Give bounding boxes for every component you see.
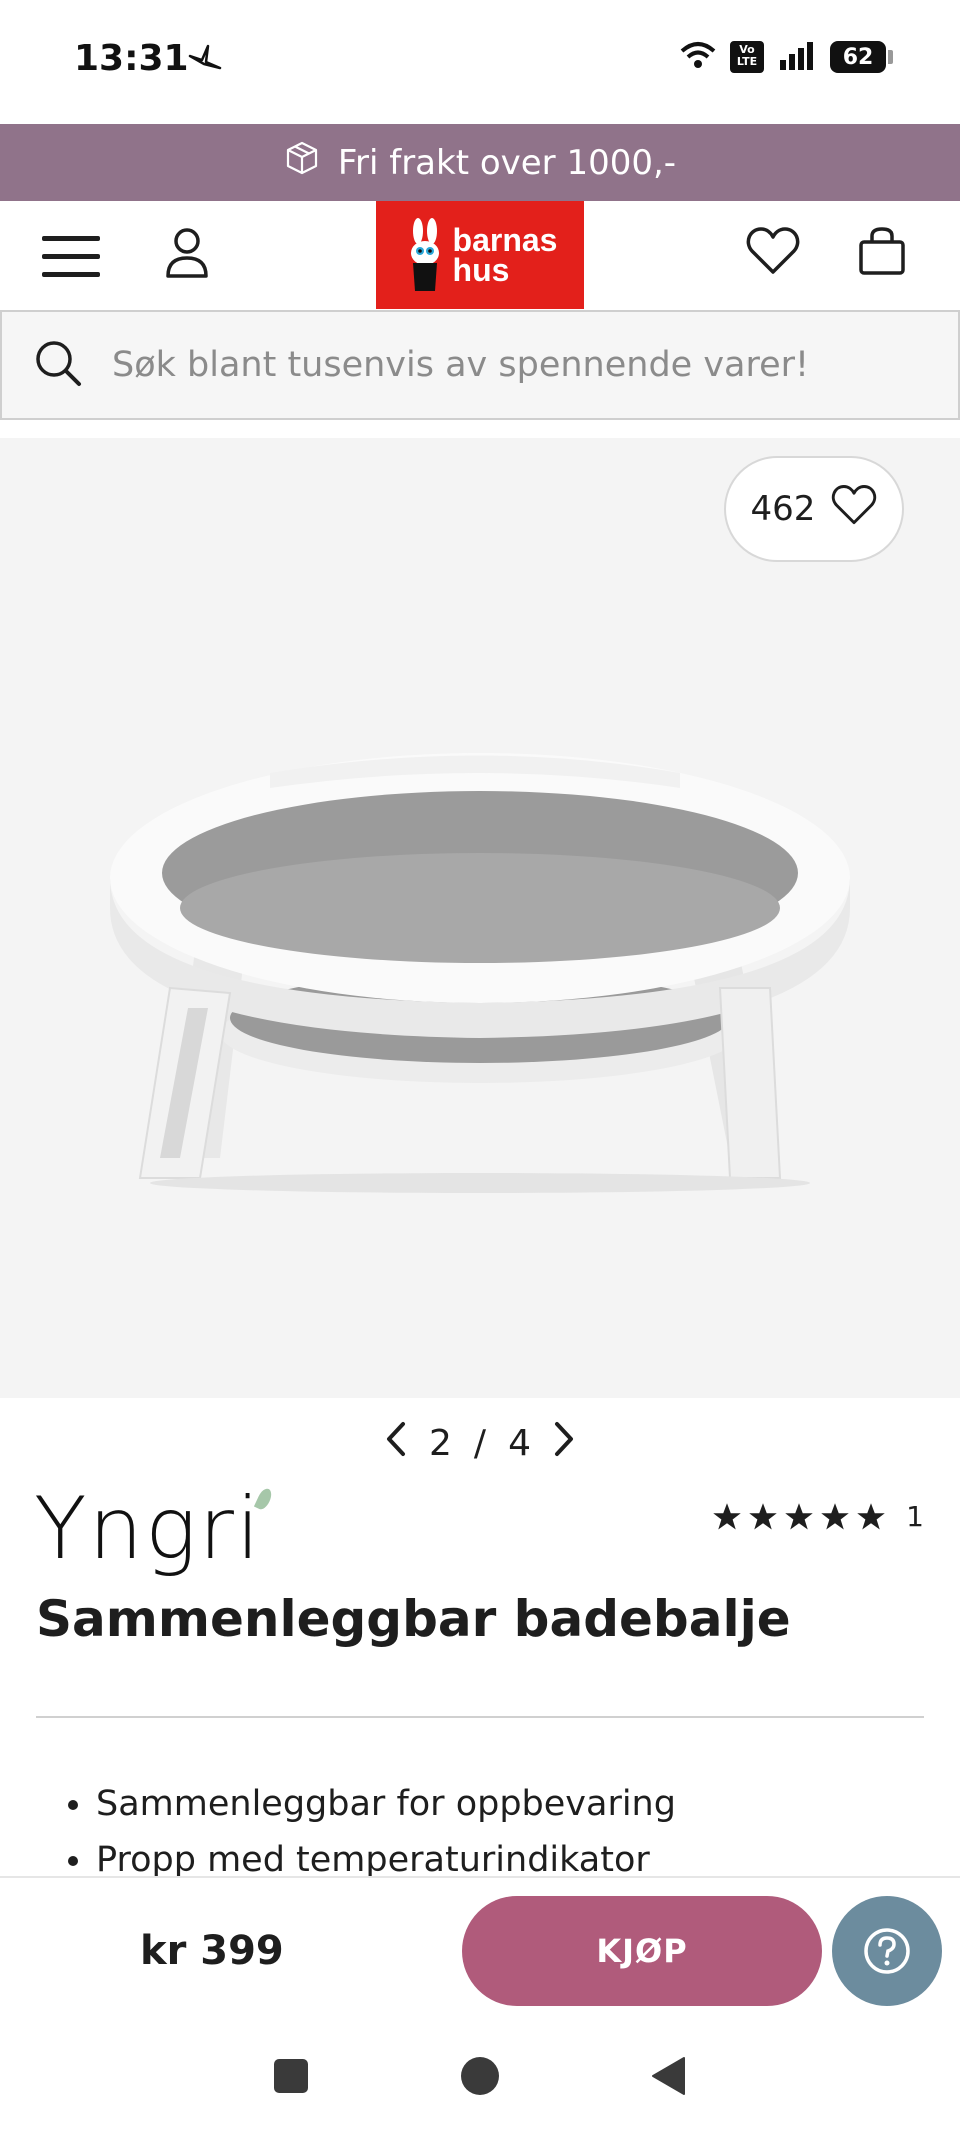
- promo-text: Fri frakt over 1000,-: [337, 142, 677, 183]
- rating-stars: [712, 1502, 886, 1532]
- heart-icon[interactable]: [744, 223, 802, 279]
- status-indicators: Vo LTE 62: [680, 40, 893, 74]
- bunny-logo-icon: [410, 218, 439, 291]
- logo-line-1: barnas: [452, 222, 558, 258]
- search-input[interactable]: Søk blant tusenvis av spennende varer!: [112, 345, 809, 385]
- back-triangle-icon[interactable]: [650, 2056, 688, 2100]
- divider: [36, 1716, 924, 1718]
- status-bar: 13:31 Vo LTE 62: [0, 0, 960, 124]
- star-icon: [821, 1502, 849, 1529]
- pager-separator: /: [473, 1422, 487, 1464]
- battery-icon: 62: [830, 41, 893, 73]
- recents-square-icon[interactable]: [272, 2057, 310, 2099]
- system-navigation-bar: [0, 2022, 960, 2133]
- buy-button[interactable]: KJØP: [462, 1896, 822, 2006]
- shopping-bag-icon[interactable]: [856, 223, 908, 279]
- box-icon: [284, 140, 320, 185]
- logo-line-2: hus: [452, 252, 510, 288]
- price: kr 399: [140, 1928, 284, 1974]
- chevron-right-icon[interactable]: [553, 1421, 575, 1466]
- star-icon: [713, 1502, 741, 1529]
- product-title: Sammenleggbar badebalje: [36, 1590, 791, 1648]
- feature-list: Sammenleggbar for oppbevaring Propp med …: [68, 1776, 676, 1888]
- favorite-button[interactable]: 462: [724, 456, 904, 562]
- favorite-count: 462: [750, 489, 816, 529]
- rating-count: 1: [906, 1500, 924, 1533]
- product-image-gallery[interactable]: 462: [0, 438, 960, 1398]
- menu-icon[interactable]: [40, 231, 102, 281]
- brand-logo[interactable]: Yngri: [34, 1484, 262, 1574]
- wifi-icon: [680, 41, 716, 73]
- search-icon: [34, 339, 82, 391]
- star-icon: [749, 1502, 777, 1529]
- chevron-left-icon[interactable]: [385, 1421, 407, 1466]
- notification-bird-icon: [188, 42, 222, 76]
- question-icon: [864, 1928, 910, 1974]
- pager-current: 2: [429, 1422, 452, 1464]
- help-button[interactable]: [832, 1896, 942, 2006]
- promo-banner[interactable]: Fri frakt over 1000,-: [0, 124, 960, 201]
- heart-icon: [831, 484, 877, 535]
- product-rating[interactable]: 1: [712, 1500, 924, 1533]
- star-icon: [857, 1502, 885, 1529]
- status-time: 13:31: [74, 38, 189, 79]
- signal-icon: [778, 40, 816, 74]
- pager-total: 4: [508, 1422, 531, 1464]
- account-icon[interactable]: [162, 225, 212, 281]
- buy-bar: kr 399 KJØP: [0, 1876, 960, 2022]
- search-bar[interactable]: Søk blant tusenvis av spennende varer!: [0, 310, 960, 420]
- site-header: barnas hus: [0, 201, 960, 309]
- barnas-hus-logo[interactable]: barnas hus: [376, 201, 584, 309]
- volte-badge: Vo LTE: [730, 41, 764, 73]
- home-circle-icon[interactable]: [460, 2056, 500, 2100]
- feature-item: Sammenleggbar for oppbevaring: [68, 1776, 676, 1832]
- logo-text: barnas hus: [452, 222, 558, 288]
- star-icon: [785, 1502, 813, 1529]
- product-image: [80, 738, 880, 1202]
- battery-level: 62: [842, 44, 874, 70]
- gallery-pager: 2 / 4: [0, 1418, 960, 1468]
